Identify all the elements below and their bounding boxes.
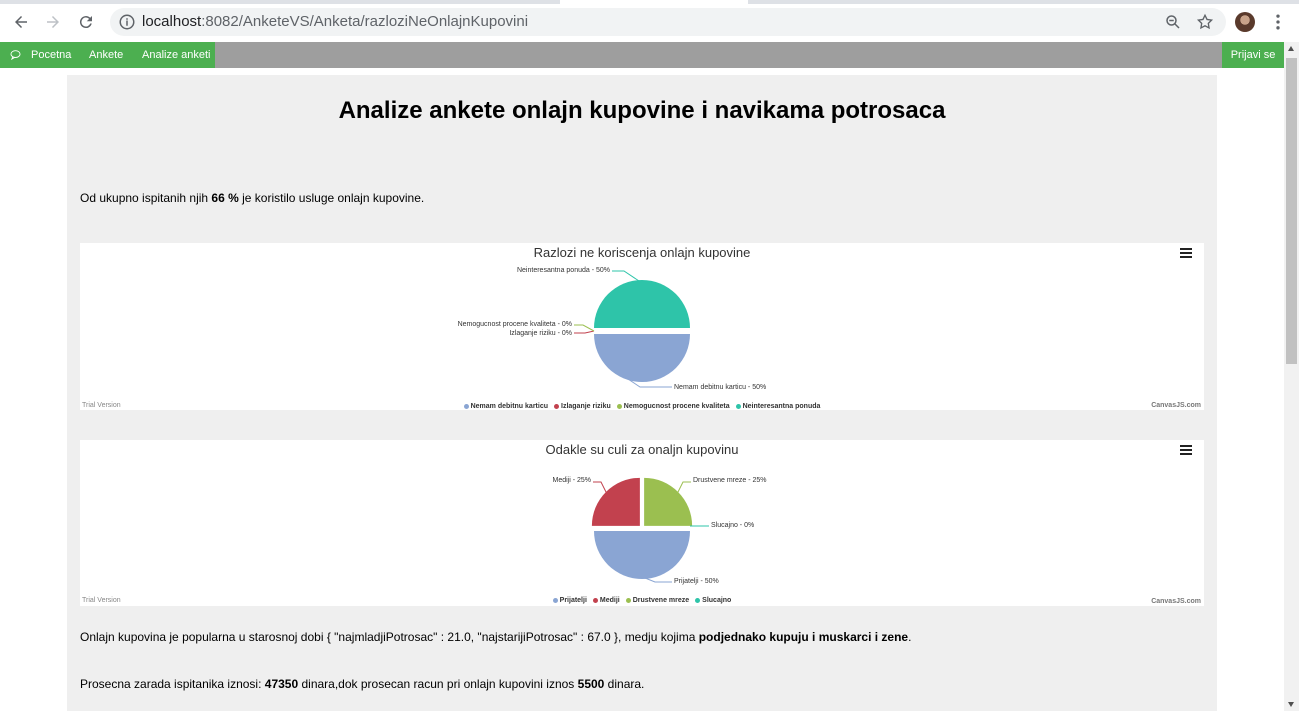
summary-pre: Od ukupno ispitanih njih: [80, 191, 212, 205]
chart-razlozi: Razlozi ne koriscenja onlajn kupovine Ne…: [80, 243, 1204, 410]
app-navbar: Pocetna Ankete Analize anketi Prijavi se: [0, 42, 1284, 68]
legend-label: Neinteresantna ponuda: [742, 403, 821, 410]
legend-item-mediji[interactable]: Mediji: [592, 597, 620, 604]
pie-data-label: Neinteresantna ponuda - 50%: [517, 267, 610, 274]
legend-item-nemogucnost-procene-kvaliteta[interactable]: Nemogucnost procene kvaliteta: [616, 403, 730, 410]
url-text[interactable]: localhost:8082/AnketeVS/Anketa/razloziNe…: [142, 13, 528, 31]
income-mid: dinara,dok prosecan racun pri onlajn kup…: [298, 677, 578, 691]
legend-item-drustvene-mreze[interactable]: Drustvene mreze: [625, 597, 690, 604]
label-connector: [574, 324, 595, 332]
nav-item-ankete[interactable]: Ankete: [89, 42, 123, 68]
chart-legend: Nemam debitnu karticu Izlaganje riziku Nem…: [80, 403, 1204, 410]
summary-post: je koristilo usluge onlajn kupovine.: [238, 191, 425, 205]
legend-label: Nemam debitnu karticu: [470, 403, 548, 410]
pie-slice-neinteresantna-ponuda[interactable]: [594, 280, 690, 328]
page-scrollbar[interactable]: [1284, 42, 1299, 711]
label-connector: [574, 330, 595, 334]
pie-slice-drustvene-mreze[interactable]: [644, 477, 693, 526]
income-value: 47350: [264, 677, 299, 691]
age-post: .: [908, 630, 912, 644]
pie-slice-prijatelji[interactable]: [594, 531, 690, 579]
zoom-out-icon[interactable]: [1164, 13, 1182, 31]
chat-bubble-icon: [10, 50, 21, 60]
browser-menu-icon[interactable]: [1268, 12, 1288, 32]
scrollbar-thumb[interactable]: [1286, 58, 1297, 364]
legend-marker: [463, 403, 469, 409]
nav-item-analize-anketi[interactable]: Analize anketi: [142, 42, 211, 68]
receipt-value: 5500: [577, 677, 605, 691]
pie-data-label: Slucajno - 0%: [711, 522, 754, 529]
legend-marker: [592, 597, 598, 603]
active-tab[interactable]: [560, 0, 748, 4]
nav-item-pocetna[interactable]: Pocetna: [31, 42, 71, 68]
income-post: dinara.: [604, 677, 645, 691]
legend-item-izlaganje-riziku[interactable]: Izlaganje riziku: [554, 403, 611, 410]
legend-marker: [552, 597, 558, 603]
legend-item-neinteresantna-ponuda[interactable]: Neinteresantna ponuda: [735, 403, 821, 410]
browser-toolbar: localhost:8082/AnketeVS/Anketa/razloziNe…: [0, 0, 1299, 42]
legend-marker: [735, 403, 741, 409]
scroll-down-arrow-icon[interactable]: [1288, 702, 1294, 707]
login-button[interactable]: Prijavi se: [1222, 42, 1284, 68]
forward-icon[interactable]: [42, 11, 64, 33]
income-text: Prosecna zarada ispitanika iznosi: 47350…: [80, 677, 644, 691]
bookmark-star-icon[interactable]: [1196, 13, 1214, 31]
chart-legend: Prijatelji Mediji Drustvene mreze Slucajno: [80, 597, 1204, 604]
summary-text: Od ukupno ispitanih njih 66 % je koristi…: [80, 191, 424, 205]
legend-item-slucajno[interactable]: Slucajno: [695, 597, 731, 604]
pie-data-label: Izlaganje riziku - 0%: [509, 330, 572, 337]
legend-item-prijatelji[interactable]: Prijatelji: [552, 597, 587, 604]
pie-data-label: Prijatelji - 50%: [674, 578, 719, 585]
income-pre: Prosecna zarada ispitanika iznosi:: [80, 677, 265, 691]
age-bold: podjednako kupuju i muskarci i zene: [698, 630, 909, 644]
legend-marker: [625, 597, 631, 603]
label-connector: [593, 481, 608, 495]
age-pre: Onlajn kupovina je popularna u starosnoj…: [80, 630, 699, 644]
pie-chart-svg: Nemam debitnu karticu - 50% Izlaganje riz…: [458, 267, 767, 391]
label-connector: [676, 481, 691, 495]
legend-label: Mediji: [599, 597, 620, 604]
url-path: :8082/AnketeVS/Anketa/razloziNeOnlajnKup…: [201, 13, 529, 30]
page-title: Analize ankete onlajn kupovine i navikam…: [338, 97, 946, 124]
canvasjs-credit-link[interactable]: CanvasJS.com: [1151, 402, 1201, 409]
legend-marker: [616, 403, 622, 409]
legend-label: Izlaganje riziku: [561, 403, 611, 410]
legend-item-nemam-debitnu-karticu[interactable]: Nemam debitnu karticu: [463, 403, 548, 410]
address-bar[interactable]: localhost:8082/AnketeVS/Anketa/razloziNe…: [110, 8, 1226, 36]
pie-chart-svg: Prijatelji - 50% Mediji - 25% Drustvene mr…: [552, 477, 767, 585]
legend-label: Slucajno: [702, 597, 732, 604]
main-container: Analize ankete onlajn kupovine i navikam…: [67, 75, 1217, 711]
pie-slice-nemam-debitnu-karticu[interactable]: [594, 334, 690, 382]
legend-marker: [695, 597, 701, 603]
pie-data-label: Nemam debitnu karticu - 50%: [674, 384, 766, 391]
nav-group: Pocetna Ankete Analize anketi: [0, 42, 215, 68]
pie-slice-mediji[interactable]: [591, 477, 640, 526]
legend-label: Nemogucnost procene kvaliteta: [623, 403, 730, 410]
age-text: Onlajn kupovina je popularna u starosnoj…: [80, 630, 911, 644]
chart-odakle: Odakle su culi za onaljn kupovinu Prijat…: [80, 440, 1204, 606]
profile-avatar[interactable]: [1235, 12, 1255, 32]
pie-data-label: Drustvene mreze - 25%: [693, 477, 767, 484]
legend-label: Drustvene mreze: [632, 597, 690, 604]
info-icon[interactable]: [118, 13, 136, 31]
tab-strip: [0, 0, 1299, 4]
summary-percent: 66 %: [211, 191, 239, 205]
reload-icon[interactable]: [75, 11, 97, 33]
pie-data-label: Nemogucnost procene kvaliteta - 0%: [458, 321, 572, 328]
canvasjs-credit-link[interactable]: CanvasJS.com: [1151, 598, 1201, 605]
legend-marker: [554, 403, 559, 409]
url-host: localhost: [142, 13, 202, 30]
legend-label: Prijatelji: [559, 597, 587, 604]
back-icon[interactable]: [10, 11, 32, 33]
pie-data-label: Mediji - 25%: [552, 477, 591, 484]
scroll-up-arrow-icon[interactable]: [1288, 46, 1294, 51]
